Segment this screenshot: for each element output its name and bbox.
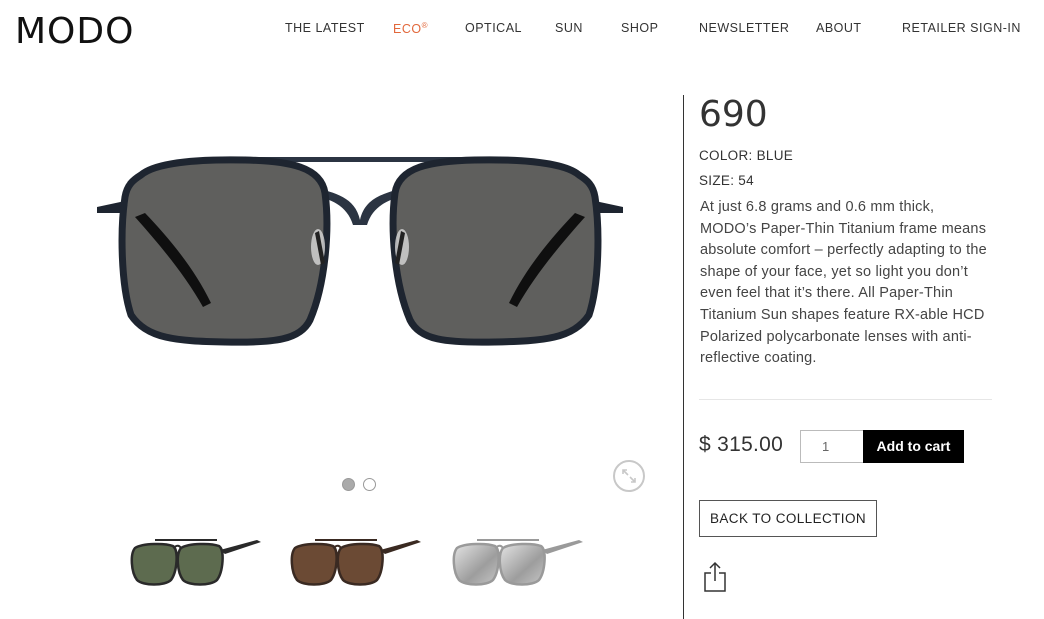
- gallery-dot-1[interactable]: [342, 478, 355, 491]
- product-size: SIZE: 54: [699, 173, 754, 188]
- nav-newsletter[interactable]: NEWSLETTER: [699, 21, 789, 35]
- add-to-cart-button[interactable]: Add to cart: [863, 430, 964, 463]
- product-description: At just 6.8 grams and 0.6 mm thick, MODO…: [700, 199, 987, 367]
- nav-eco-label: ECO: [393, 22, 422, 37]
- main-nav: THE LATEST ECO® OPTICAL SUN SHOP NEWSLET…: [0, 21, 1044, 37]
- zoom-button[interactable]: [613, 460, 645, 492]
- product-color: COLOR: BLUE: [699, 148, 794, 163]
- product-title: 690: [699, 94, 768, 135]
- gallery-dot-2[interactable]: [363, 478, 376, 491]
- back-to-collection-button[interactable]: BACK TO COLLECTION: [699, 500, 877, 537]
- share-icon[interactable]: [703, 561, 727, 593]
- thumbnail-brown-lens[interactable]: [285, 532, 425, 592]
- sunglasses-main-image[interactable]: [85, 135, 635, 365]
- gallery-pagination: [341, 478, 381, 492]
- nav-optical[interactable]: OPTICAL: [465, 21, 522, 35]
- quantity-input[interactable]: [800, 430, 864, 463]
- nav-shop[interactable]: SHOP: [621, 21, 658, 35]
- description-divider: [699, 399, 992, 400]
- nav-retailer-sign-in[interactable]: RETAILER SIGN-IN: [902, 21, 1021, 35]
- thumbnail-green-lens[interactable]: [125, 532, 265, 592]
- nav-eco[interactable]: ECO®: [393, 21, 428, 36]
- column-divider: [683, 95, 684, 619]
- nav-the-latest[interactable]: THE LATEST: [285, 21, 365, 35]
- product-price: $ 315.00: [699, 433, 784, 456]
- nav-about[interactable]: ABOUT: [816, 21, 862, 35]
- registered-mark: ®: [421, 21, 428, 30]
- thumbnail-silver-mirror-lens[interactable]: [447, 532, 587, 592]
- zoom-icon: [622, 469, 636, 483]
- nav-sun[interactable]: SUN: [555, 21, 583, 35]
